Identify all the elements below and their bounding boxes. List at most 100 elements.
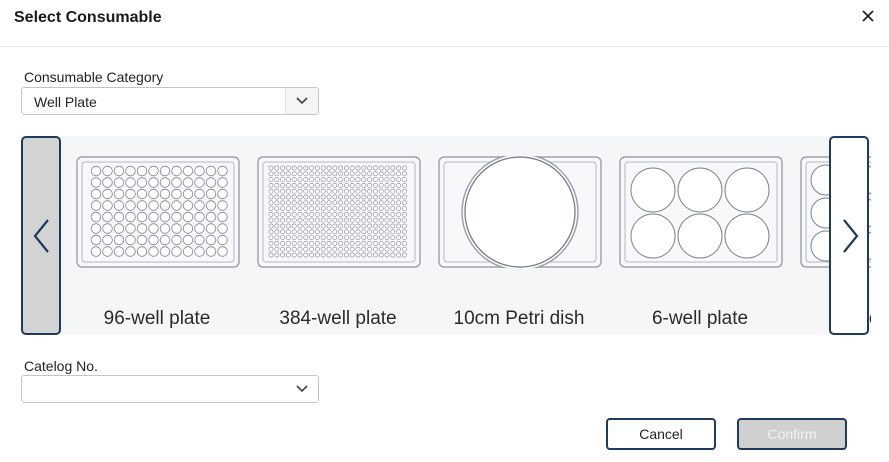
well: [194, 165, 205, 177]
well: [274, 252, 280, 258]
well: [274, 188, 280, 194]
well: [378, 200, 384, 206]
well: [332, 223, 338, 229]
well: [396, 241, 401, 246]
well: [373, 194, 378, 200]
carousel-prev-button[interactable]: [21, 136, 61, 335]
well: [303, 177, 309, 182]
well: [320, 165, 326, 171]
well: [367, 212, 372, 217]
well: [194, 211, 205, 223]
well: [102, 234, 113, 246]
well: [315, 217, 320, 223]
well: [285, 223, 291, 229]
well: [320, 223, 326, 229]
well: [378, 252, 384, 258]
consumable-card-384-well[interactable]: 384-well plate: [253, 136, 423, 335]
well: [338, 194, 343, 200]
well: [349, 200, 355, 206]
well: [303, 194, 309, 200]
well: [113, 234, 125, 246]
well: [630, 213, 676, 259]
well: [401, 165, 407, 171]
well: [326, 246, 332, 252]
well: [332, 252, 338, 258]
well: [274, 182, 280, 188]
consumable-category-label: Consumable Category: [24, 69, 164, 85]
well: [384, 177, 390, 182]
well: [182, 165, 194, 177]
well: [367, 188, 372, 194]
well: [378, 212, 384, 217]
consumable-card-label: 10cm Petri dish: [453, 308, 585, 329]
well: [367, 223, 372, 229]
well: [159, 211, 171, 223]
consumable-category-select[interactable]: Well Plate: [21, 87, 319, 115]
well: [349, 235, 355, 240]
confirm-button[interactable]: Confirm: [737, 418, 847, 450]
catalog-number-select[interactable]: [21, 375, 319, 403]
well: [320, 194, 326, 200]
well: [401, 217, 407, 223]
carousel-next-button[interactable]: [829, 136, 869, 335]
well: [291, 229, 297, 235]
well: [344, 177, 349, 182]
well: [326, 252, 332, 258]
well: [217, 246, 228, 257]
well: [309, 188, 314, 194]
consumable-card-6-well[interactable]: 6-well plate: [615, 136, 785, 335]
well: [309, 229, 314, 235]
well: [182, 246, 194, 257]
well: [315, 235, 320, 240]
well: [384, 252, 390, 258]
well: [724, 167, 770, 213]
consumable-card-petri-dish[interactable]: 10cm Petri dish: [434, 136, 604, 335]
well: [102, 165, 113, 177]
well: [285, 241, 291, 246]
well: [378, 182, 384, 188]
well: [355, 252, 361, 258]
well: [361, 241, 367, 246]
well: [344, 212, 349, 217]
well: [205, 246, 217, 257]
cancel-button[interactable]: Cancel: [606, 418, 716, 450]
well: [396, 194, 401, 200]
well: [148, 211, 159, 223]
well: [303, 188, 309, 194]
well: [205, 223, 217, 234]
well: [361, 252, 367, 258]
well: [309, 171, 314, 177]
well: [125, 211, 136, 223]
well: [90, 234, 102, 246]
well: [367, 171, 372, 177]
well: [268, 182, 274, 188]
well: [285, 188, 291, 194]
well: [326, 206, 332, 211]
well: [171, 188, 182, 200]
well: [355, 217, 361, 223]
well: [274, 235, 280, 240]
close-icon[interactable]: [857, 5, 879, 27]
chevron-down-icon[interactable]: [285, 88, 318, 114]
chevron-down-icon[interactable]: [286, 376, 318, 402]
well: [361, 223, 367, 229]
well: [148, 234, 159, 246]
well: [367, 235, 372, 240]
well: [148, 223, 159, 234]
well: [338, 206, 343, 211]
well: [291, 194, 297, 200]
well: [217, 177, 228, 188]
well: [90, 200, 102, 211]
well: [102, 188, 113, 200]
consumable-card-96-well[interactable]: 96-well plate: [72, 136, 242, 335]
well: [349, 229, 355, 235]
catalog-number-label: Catelog No.: [24, 358, 98, 374]
well: [217, 211, 228, 223]
well: [384, 229, 390, 235]
well: [217, 200, 228, 211]
well: [217, 234, 228, 246]
well: [315, 182, 320, 188]
well: [285, 217, 291, 223]
well: [361, 182, 367, 188]
chevron-left-icon: [33, 219, 49, 253]
